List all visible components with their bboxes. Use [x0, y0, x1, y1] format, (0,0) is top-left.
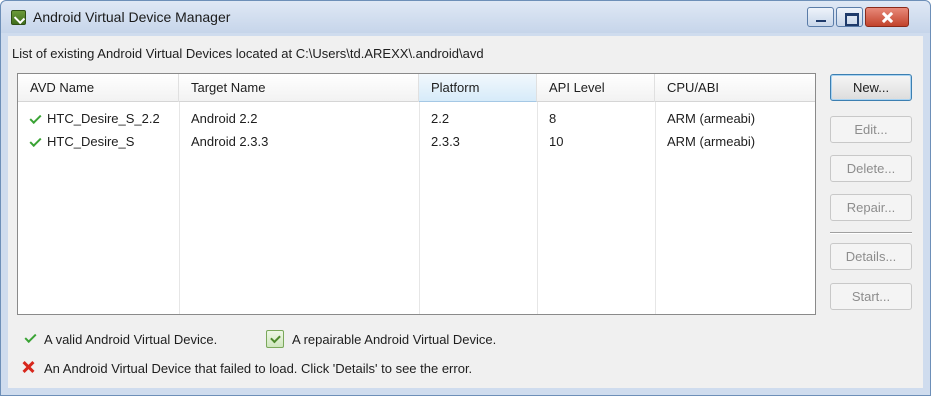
- details-button[interactable]: Details...: [830, 243, 912, 270]
- target-name-cell: Android 2.2: [191, 111, 258, 126]
- new-button[interactable]: New...: [830, 74, 912, 101]
- edit-button[interactable]: Edit...: [830, 116, 912, 143]
- column-header-avd-name[interactable]: AVD Name: [18, 74, 179, 102]
- avd-name-cell: HTC_Desire_S_2.2: [18, 109, 179, 129]
- maximize-button[interactable]: [836, 7, 863, 27]
- valid-check-icon: [29, 112, 42, 125]
- avd-name: HTC_Desire_S: [47, 134, 135, 149]
- valid-check-icon: [29, 135, 42, 148]
- avd-name: HTC_Desire_S_2.2: [47, 111, 160, 126]
- api-level-cell: 10: [549, 134, 564, 149]
- avd-name-cell: HTC_Desire_S: [18, 132, 179, 152]
- android-sdk-icon: [11, 10, 26, 25]
- target-name-cell: Android 2.3.3: [191, 134, 269, 149]
- minimize-button[interactable]: [807, 7, 834, 27]
- column-header-target-name[interactable]: Target Name: [179, 74, 419, 102]
- column-header-api-level[interactable]: API Level: [537, 74, 655, 102]
- table-row[interactable]: HTC_Desire_S_2.2 Android 2.2 2.2 8 ARM (…: [18, 109, 815, 129]
- error-x-icon: [21, 360, 35, 374]
- close-button[interactable]: [865, 7, 909, 27]
- avd-location-caption: List of existing Android Virtual Devices…: [12, 46, 484, 61]
- table-row[interactable]: HTC_Desire_S Android 2.3.3 2.3.3 10 ARM …: [18, 132, 815, 152]
- avd-table[interactable]: AVD Name Target Name Platform API Level …: [17, 73, 816, 315]
- cpu-abi-cell: ARM (armeabi): [667, 134, 756, 149]
- column-header-cpu-abi[interactable]: CPU/ABI: [655, 74, 815, 102]
- button-separator: [830, 232, 912, 234]
- repairable-icon: [266, 330, 284, 348]
- repair-button[interactable]: Repair...: [830, 194, 912, 221]
- legend-valid-text: A valid Android Virtual Device.: [44, 332, 218, 347]
- delete-button[interactable]: Delete...: [830, 155, 912, 182]
- title-bar[interactable]: Android Virtual Device Manager: [1, 1, 930, 33]
- api-level-cell: 8: [549, 111, 557, 126]
- column-header-platform[interactable]: Platform: [419, 74, 537, 102]
- legend-failed-text: An Android Virtual Device that failed to…: [44, 361, 473, 376]
- platform-cell: 2.3.3: [431, 134, 460, 149]
- legend-repairable-text: A repairable Android Virtual Device.: [292, 332, 497, 347]
- cpu-abi-cell: ARM (armeabi): [667, 111, 756, 126]
- window-title: Android Virtual Device Manager: [33, 9, 231, 25]
- start-button[interactable]: Start...: [830, 283, 912, 310]
- table-header: AVD Name Target Name Platform API Level …: [18, 74, 815, 102]
- platform-cell: 2.2: [431, 111, 450, 126]
